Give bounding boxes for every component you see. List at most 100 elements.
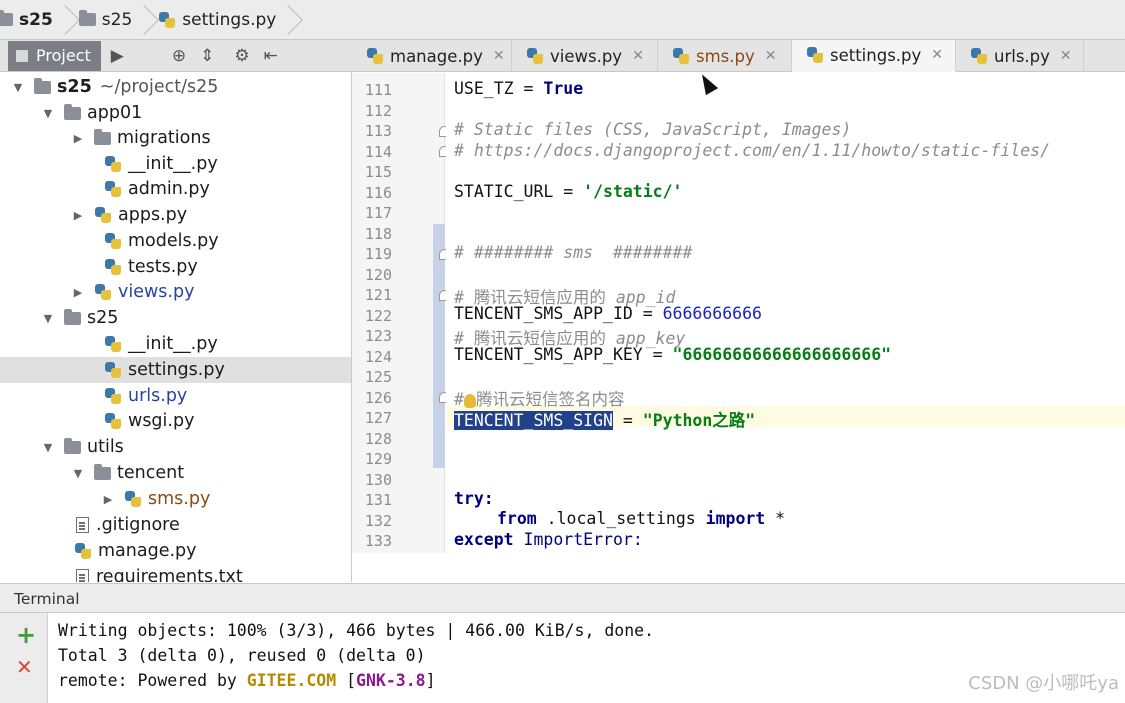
tree-item-label: app01 [87, 103, 143, 123]
breadcrumb-label: settings.py [182, 9, 277, 30]
close-icon[interactable]: ✕ [765, 48, 777, 64]
close-icon[interactable]: ✕ [1060, 48, 1072, 64]
code-line-116[interactable]: STATIC_URL = '/static/' [454, 182, 682, 201]
close-terminal-icon[interactable]: ✕ [16, 655, 33, 679]
python-file-icon [366, 47, 384, 65]
tab-label: sms.py [696, 46, 755, 66]
tree-item-init-s25[interactable]: __init__.py [0, 331, 351, 357]
project-view-dropdown[interactable]: Project [8, 40, 101, 71]
line-number: 126 [364, 389, 392, 407]
code-line-113[interactable]: # Static files (CSS, JavaScript, Images) [454, 120, 851, 139]
tree-item-models[interactable]: models.py [0, 228, 351, 254]
collapse-all-icon[interactable]: ⇕ [200, 46, 214, 66]
collapsed-arrow-icon[interactable]: ▶ [70, 209, 86, 222]
code-line-124[interactable]: TENCENT_SMS_APP_KEY = "66666666666666666… [454, 345, 891, 364]
tree-item-admin[interactable]: admin.py [0, 176, 351, 202]
lightbulb-icon[interactable] [463, 393, 476, 408]
tree-item-urls[interactable]: urls.py [0, 383, 351, 409]
folder-icon [64, 437, 81, 454]
code-line-131[interactable]: try: [454, 489, 494, 508]
number-literal: 6666666666 [662, 304, 762, 323]
tree-item-migrations[interactable]: ▶ migrations [0, 125, 351, 151]
line-number: 125 [364, 368, 392, 386]
code-line-111[interactable]: USE_TZ = True [454, 79, 583, 98]
tree-item-gitignore[interactable]: .gitignore [0, 512, 351, 538]
expand-arrow-icon[interactable]: ▼ [40, 107, 56, 120]
tree-item-label: wsgi.py [128, 411, 195, 431]
breadcrumb-item-project[interactable]: s25 [0, 0, 75, 40]
expand-arrow-icon[interactable]: ▼ [70, 467, 86, 480]
code-line-114[interactable]: # https://docs.djangoproject.com/en/1.11… [454, 141, 1050, 160]
breadcrumb-label: s25 [19, 9, 53, 30]
code-line-132[interactable]: from .local_settings import * [497, 509, 785, 528]
tree-item-s25[interactable]: ▼ s25 [0, 305, 351, 331]
expand-arrow-icon[interactable]: ▼ [40, 312, 56, 325]
breadcrumb-item-file[interactable]: settings.py [154, 0, 298, 40]
editor-gutter: 111 112 113 114 115 116 117 118 119 120 … [352, 73, 445, 553]
hide-panel-icon[interactable]: ⇤ [264, 46, 278, 66]
close-icon[interactable]: ✕ [493, 48, 505, 64]
line-number: 119 [364, 245, 392, 263]
tree-item-sms[interactable]: ▶ sms.py [0, 486, 351, 512]
collapsed-arrow-icon[interactable]: ▶ [70, 286, 86, 299]
breadcrumb-item-package[interactable]: s25 [75, 0, 155, 40]
tree-item-label: urls.py [128, 386, 188, 406]
tab-views[interactable]: views.py ✕ [512, 40, 658, 72]
tree-item-manage[interactable]: manage.py [0, 538, 351, 564]
line-number: 113 [364, 122, 392, 140]
python-file-icon [104, 387, 122, 405]
terminal-highlight: GNK-3.8 [356, 671, 426, 690]
operator: = [513, 79, 544, 98]
gear-icon[interactable]: ⚙ [234, 46, 249, 66]
code-line-119[interactable]: # ######## sms ######## [454, 243, 692, 262]
folder-icon [0, 10, 13, 26]
locate-target-icon[interactable]: ⊕ [172, 46, 186, 66]
code-editor[interactable]: USE_TZ = True # Static files (CSS, JavaS… [446, 73, 1125, 553]
tree-item-views[interactable]: ▶ views.py [0, 279, 351, 305]
tree-item-apps[interactable]: ▶ apps.py [0, 202, 351, 228]
close-icon[interactable]: ✕ [632, 48, 644, 64]
tree-item-utils[interactable]: ▼ utils [0, 434, 351, 460]
tab-settings[interactable]: settings.py ✕ [792, 40, 956, 72]
tree-item-label: models.py [128, 231, 219, 251]
tab-label: urls.py [994, 46, 1050, 66]
code-line-133[interactable]: except ImportError: [454, 530, 643, 549]
terminal-line: Total 3 (delta 0), reused 0 (delta 0) [58, 646, 426, 665]
tree-item-label: __init__.py [128, 154, 218, 174]
terminal-line: remote: Powered by GITEE.COM [GNK-3.8] [58, 671, 436, 690]
tree-item-label: admin.py [128, 179, 210, 199]
line-number: 131 [364, 491, 392, 509]
tree-item-requirements[interactable]: requirements.txt [0, 564, 351, 582]
tree-item-path: ~/project/s25 [99, 77, 219, 97]
python-file-icon [104, 232, 122, 250]
line-number: 127 [364, 409, 392, 427]
tree-item-wsgi[interactable]: wsgi.py [0, 408, 351, 434]
close-icon[interactable]: ✕ [931, 47, 943, 63]
tab-sms[interactable]: sms.py ✕ [658, 40, 792, 72]
tree-item-app01[interactable]: ▼ app01 [0, 100, 351, 126]
python-file-icon [124, 490, 142, 508]
tree-item-tests[interactable]: tests.py [0, 254, 351, 280]
identifier: TENCENT_SMS_APP_ID = [454, 304, 663, 323]
tree-item-init-app01[interactable]: __init__.py [0, 151, 351, 177]
python-file-icon [104, 412, 122, 430]
breadcrumb-separator-icon [136, 0, 148, 40]
collapsed-arrow-icon[interactable]: ▶ [100, 493, 116, 506]
expand-arrow-icon[interactable]: ▼ [40, 441, 56, 454]
tree-item-settings[interactable]: settings.py [0, 357, 351, 383]
tree-item-root-s25[interactable]: ▼ s25 ~/project/s25 [0, 74, 351, 100]
expand-arrow-icon[interactable]: ▶ [111, 46, 124, 66]
code-line-122[interactable]: TENCENT_SMS_APP_ID = 6666666666 [454, 304, 762, 323]
tab-manage[interactable]: manage.py ✕ [352, 40, 512, 72]
collapsed-arrow-icon[interactable]: ▶ [70, 132, 86, 145]
keyword: except [454, 530, 514, 549]
code-line-127[interactable]: TENCENT_SMS_SIGN = "Python之路" [454, 407, 755, 431]
terminal-output[interactable]: Writing objects: 100% (3/3), 466 bytes |… [48, 613, 1125, 703]
expand-arrow-icon[interactable]: ▼ [10, 81, 26, 94]
tree-item-tencent[interactable]: ▼ tencent [0, 460, 351, 486]
terminal-header: Terminal [0, 583, 1125, 613]
new-terminal-icon[interactable]: + [16, 623, 36, 647]
tab-urls[interactable]: urls.py ✕ [956, 40, 1084, 72]
terminal-line: Writing objects: 100% (3/3), 466 bytes |… [58, 621, 655, 640]
vcs-change-marker[interactable] [433, 224, 445, 468]
